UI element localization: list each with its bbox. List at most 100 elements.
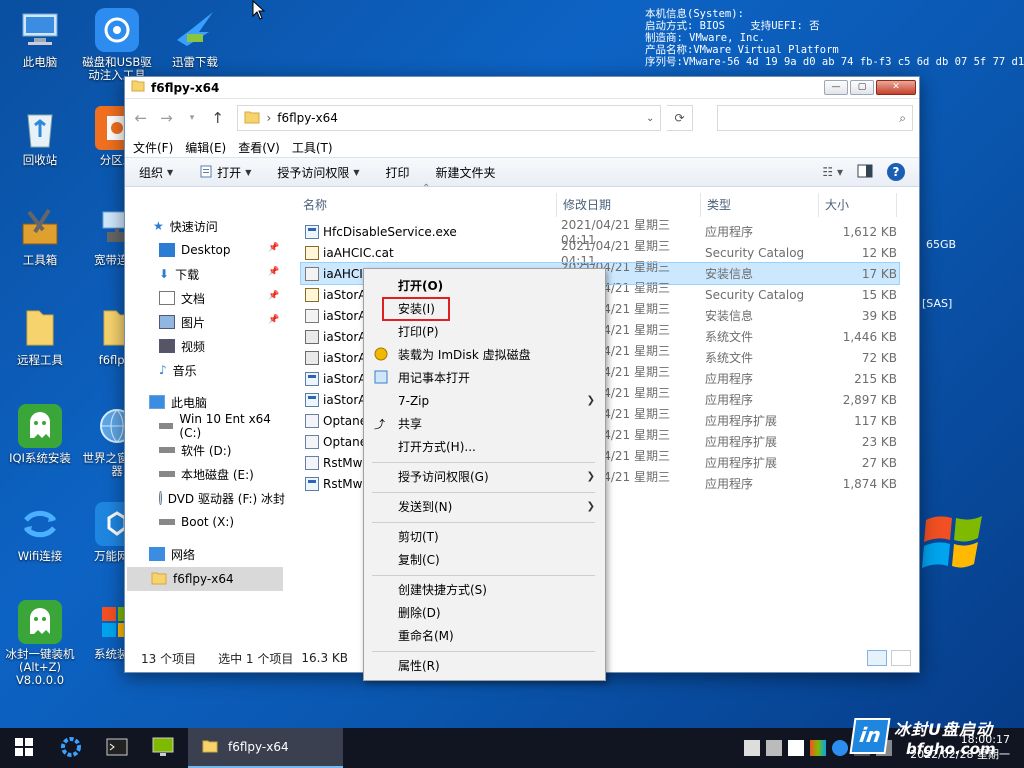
back-arrow-icon[interactable]: ← [131, 109, 151, 127]
column-type[interactable]: 类型 [701, 193, 819, 217]
start-button[interactable] [0, 728, 48, 768]
file-exe-icon [305, 224, 319, 239]
open-button[interactable]: 打开 ▼ [199, 164, 251, 181]
view-options-icon[interactable]: ☷ ▾ [822, 165, 843, 179]
nav-quick-access[interactable]: ★ 快速访问 [153, 214, 218, 238]
taskbar-window-button[interactable]: f6flpy-x64 [188, 728, 343, 768]
help-icon[interactable]: ? [887, 163, 905, 181]
search-icon: ⌕ [899, 111, 906, 125]
recent-chevron-icon[interactable]: ▾ [182, 113, 202, 123]
menu-item-cut[interactable]: 剪切(T) [364, 526, 605, 547]
menu-item-open[interactable]: 打开(O) [364, 275, 605, 296]
tray-monitor-icon[interactable] [788, 740, 804, 756]
menu-item-print[interactable]: 打印(P) [364, 321, 605, 342]
folder-icon [244, 110, 260, 127]
column-name[interactable]: 名称 [297, 193, 557, 217]
file-type: 应用程序扩展 [705, 414, 778, 428]
search-input[interactable]: ⌕ [716, 105, 913, 131]
minimize-button[interactable]: — [824, 80, 848, 95]
ghost-icon [18, 404, 62, 448]
menu-item-open-with[interactable]: 打开方式(H)... [364, 436, 605, 457]
print-button[interactable]: 打印 [386, 164, 410, 181]
breadcrumb[interactable]: f6flpy-x64 [277, 111, 640, 125]
taskbar-app-monitor[interactable] [140, 728, 186, 768]
close-button[interactable]: ✕ [876, 80, 916, 95]
desktop-icon-this-pc[interactable]: 此电脑 [0, 8, 80, 69]
nav-drive-x[interactable]: Boot (X:) [159, 510, 234, 534]
organize-button[interactable]: 组织 ▼ [139, 164, 173, 181]
nav-this-pc[interactable]: 此电脑 [149, 390, 207, 414]
menu-item-copy[interactable]: 复制(C) [364, 549, 605, 570]
file-type: 应用程序 [705, 372, 754, 386]
desktop-icon-one-click-install[interactable]: 冰封一键装机(Alt+Z) V8.0.0.0 [0, 600, 80, 687]
menu-item-create-shortcut[interactable]: 创建快捷方式(S) [364, 579, 605, 600]
forward-arrow-icon[interactable]: → [157, 109, 177, 127]
tray-display-icon[interactable] [766, 740, 782, 756]
address-dropdown-icon[interactable]: ⌄ [646, 113, 654, 124]
nav-item-music[interactable]: ♪ 音乐 [159, 358, 197, 382]
up-arrow-icon[interactable]: ↑ [208, 109, 228, 127]
taskbar-app-settings[interactable] [48, 728, 94, 768]
maximize-button[interactable]: ▢ [850, 80, 874, 95]
file-sys-icon [305, 329, 319, 344]
column-date[interactable]: 修改日期 [557, 193, 701, 217]
menu-item-rename[interactable]: 重命名(M) [364, 625, 605, 646]
details-view-button[interactable] [867, 650, 887, 666]
menu-view[interactable]: 查看(V) [238, 139, 280, 156]
file-type: 系统文件 [705, 330, 754, 344]
video-icon [159, 339, 175, 353]
desktop-icon-thunder[interactable]: 迅雷下载 [155, 8, 235, 69]
taskbar-app-terminal[interactable] [94, 728, 140, 768]
menu-item-7zip[interactable]: 7-Zip ❯ [364, 390, 605, 411]
nav-drive-f[interactable]: DVD 驱动器 (F:) 冰封 [159, 486, 285, 510]
menu-file[interactable]: 文件(F) [133, 139, 173, 156]
nav-item-downloads[interactable]: ⬇ 下载 [159, 262, 199, 286]
thunder-icon [173, 8, 217, 52]
share-icon: ⤴ [374, 418, 385, 431]
preview-pane-icon[interactable] [857, 164, 873, 181]
menu-item-notepad[interactable]: 用记事本打开 [364, 367, 605, 388]
menu-edit[interactable]: 编辑(E) [185, 139, 226, 156]
desktop-icon-wifi[interactable]: Wifi连接 [0, 502, 80, 563]
nav-item-pictures[interactable]: 图片 [159, 310, 205, 334]
nav-item-videos[interactable]: 视频 [159, 334, 205, 358]
nav-network[interactable]: 网络 [149, 542, 195, 566]
new-folder-button[interactable]: 新建文件夹 [436, 164, 496, 181]
nav-drive-e[interactable]: 本地磁盘 (E:) [159, 462, 254, 486]
ghost-icon [18, 600, 62, 644]
tray-color-icon[interactable] [810, 740, 826, 756]
nav-drive-d[interactable]: 软件 (D:) [159, 438, 231, 462]
desktop-icon-usb-driver-tool[interactable]: 磁盘和USB驱动注入工具 [77, 8, 157, 82]
pin-icon: 📌 [268, 315, 280, 325]
desktop-icon-recycle-bin[interactable]: 回收站 [0, 106, 80, 167]
side-note-capacity: 65GB [926, 238, 957, 251]
menu-item-properties[interactable]: 属性(R) [364, 655, 605, 676]
menu-tools[interactable]: 工具(T) [292, 139, 333, 156]
desktop-icon-iqi-install[interactable]: IQI系统安装 [0, 404, 80, 465]
system-info-text: 本机信息(System): 启动方式: BIOS 支持UEFI: 否 制造商: … [645, 8, 1024, 68]
address-field[interactable]: › f6flpy-x64 ⌄ [237, 105, 662, 131]
nav-item-documents[interactable]: 文档 [159, 286, 205, 310]
menu-item-share[interactable]: ⤴ 共享 [364, 413, 605, 434]
refresh-button[interactable]: ⟳ [667, 105, 693, 131]
menu-item-imdisk[interactable]: 装载为 ImDisk 虚拟磁盘 [364, 344, 605, 365]
menu-item-send-to[interactable]: 发送到(N) ❯ [364, 496, 605, 517]
nav-current-folder[interactable]: f6flpy-x64 [127, 567, 283, 591]
nav-drive-c[interactable]: Win 10 Ent x64 (C:) [159, 412, 285, 440]
clock[interactable]: 18:00:17 2022/02/28 星期一 [910, 732, 1010, 762]
tray-app-icon[interactable] [832, 740, 848, 756]
notepad-icon [374, 370, 388, 384]
menu-item-delete[interactable]: 删除(D) [364, 602, 605, 623]
nav-item-desktop[interactable]: Desktop [159, 238, 231, 262]
desktop-icon-toolbox[interactable]: 工具箱 [0, 206, 80, 267]
large-icons-view-button[interactable] [891, 650, 911, 666]
file-dll-icon [305, 413, 319, 428]
tray-network-icon[interactable] [744, 740, 760, 756]
column-size[interactable]: 大小 [819, 193, 897, 217]
share-access-button[interactable]: 授予访问权限 ▼ [277, 164, 359, 181]
menu-item-grant-access[interactable]: 授予访问权限(G) ❯ [364, 466, 605, 487]
desktop-icon-remote-tools[interactable]: 远程工具 [0, 306, 80, 367]
context-menu: 打开(O) 安装(I) 打印(P) 装载为 ImDisk 虚拟磁盘 用记事本打开… [363, 268, 606, 681]
submenu-arrow-icon: ❯ [586, 395, 595, 406]
disk-tool-icon [95, 8, 139, 52]
